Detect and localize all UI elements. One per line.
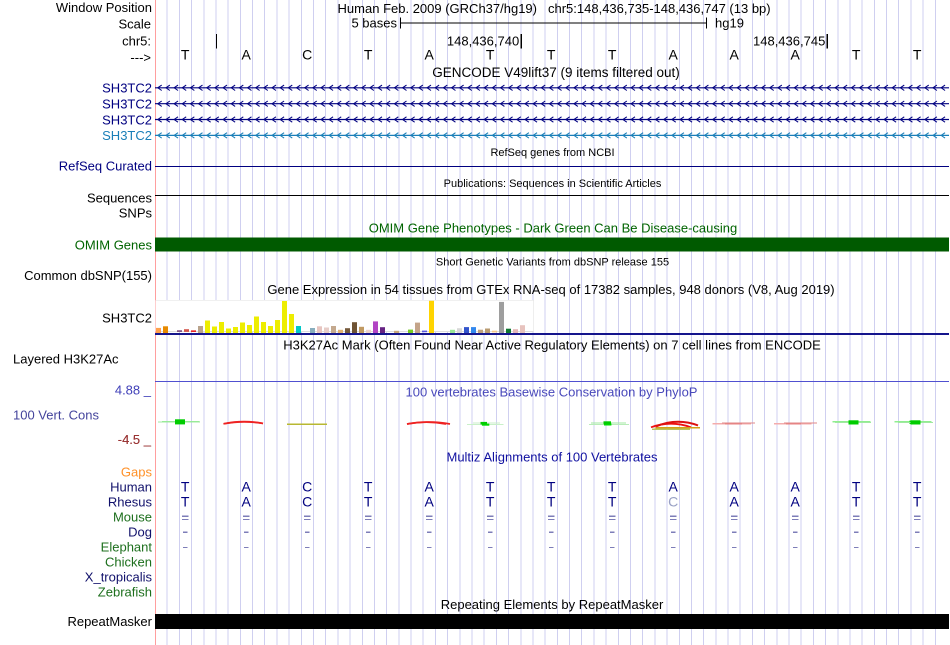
svg-text:T: T xyxy=(852,478,861,494)
svg-text:Gene Expression in 54 tissues: Gene Expression in 54 tissues from GTEx … xyxy=(267,282,834,297)
svg-text:C: C xyxy=(668,493,678,509)
svg-text:Sequences: Sequences xyxy=(87,191,153,206)
svg-text:-4.5 _: -4.5 _ xyxy=(118,432,152,447)
svg-text:hg19: hg19 xyxy=(715,16,744,31)
svg-text:T: T xyxy=(486,493,495,509)
svg-text:A: A xyxy=(669,478,679,494)
svg-text:T: T xyxy=(547,47,556,63)
svg-text:X_tropicalis: X_tropicalis xyxy=(85,569,153,584)
svg-text:T: T xyxy=(547,478,556,494)
svg-text:T: T xyxy=(364,478,373,494)
svg-text:Mouse: Mouse xyxy=(113,509,152,524)
svg-text:148,436,745: 148,436,745 xyxy=(753,34,825,49)
svg-text:Human Feb. 2009 (GRCh37/hg19): Human Feb. 2009 (GRCh37/hg19) xyxy=(338,1,537,16)
svg-text:SNPs: SNPs xyxy=(119,206,153,221)
svg-text:T: T xyxy=(364,493,373,509)
svg-text:SH3TC2: SH3TC2 xyxy=(102,112,152,127)
svg-text:T: T xyxy=(486,47,495,63)
svg-text:Short Genetic Variants from db: Short Genetic Variants from dbSNP releas… xyxy=(436,257,669,269)
svg-text:A: A xyxy=(730,493,740,509)
svg-text:4.88 _: 4.88 _ xyxy=(115,383,152,398)
svg-text:GENCODE V49lift37 (9 items fil: GENCODE V49lift37 (9 items filtered out) xyxy=(432,65,680,80)
svg-text:T: T xyxy=(486,478,495,494)
svg-text:SH3TC2: SH3TC2 xyxy=(102,311,152,326)
svg-text:T: T xyxy=(608,493,617,509)
svg-text:Scale: Scale xyxy=(118,17,151,32)
svg-text:--->: ---> xyxy=(130,50,151,65)
svg-text:T: T xyxy=(913,493,922,509)
svg-text:T: T xyxy=(181,478,190,494)
svg-text:5 bases: 5 bases xyxy=(351,16,397,31)
svg-text:Dog: Dog xyxy=(128,524,152,539)
svg-text:RepeatMasker: RepeatMasker xyxy=(67,614,152,629)
svg-text:RefSeq Curated: RefSeq Curated xyxy=(59,159,152,174)
svg-text:Human: Human xyxy=(110,479,152,494)
svg-text:T: T xyxy=(852,493,861,509)
svg-text:T: T xyxy=(547,493,556,509)
svg-text:SH3TC2: SH3TC2 xyxy=(102,81,152,96)
svg-text:T: T xyxy=(913,478,922,494)
svg-text:A: A xyxy=(242,47,252,63)
svg-text:Zebrafish: Zebrafish xyxy=(98,584,152,599)
svg-text:A: A xyxy=(730,478,740,494)
svg-text:RefSeq genes from NCBI: RefSeq genes from NCBI xyxy=(490,147,614,159)
svg-text:chr5:: chr5: xyxy=(122,34,151,49)
svg-text:A: A xyxy=(425,493,435,509)
svg-text:H3K27Ac Mark (Often Found Near: H3K27Ac Mark (Often Found Near Active Re… xyxy=(283,338,821,353)
svg-text:T: T xyxy=(608,47,617,63)
svg-text:T: T xyxy=(364,47,373,63)
svg-text:A: A xyxy=(791,493,801,509)
svg-text:Elephant: Elephant xyxy=(101,539,153,554)
svg-text:SH3TC2: SH3TC2 xyxy=(102,97,152,112)
svg-text:C: C xyxy=(302,493,312,509)
svg-text:Window Position: Window Position xyxy=(56,0,152,15)
svg-text:A: A xyxy=(242,478,252,494)
svg-text:Repeating Elements by RepeatMa: Repeating Elements by RepeatMasker xyxy=(441,597,664,612)
svg-text:148,436,740: 148,436,740 xyxy=(447,34,519,49)
svg-text:A: A xyxy=(242,493,252,509)
svg-text:Rhesus: Rhesus xyxy=(108,494,153,509)
svg-text:A: A xyxy=(425,478,435,494)
svg-text:Chicken: Chicken xyxy=(105,554,152,569)
svg-text:SH3TC2: SH3TC2 xyxy=(102,128,152,143)
svg-text:Publications: Sequences in Sci: Publications: Sequences in Scientific Ar… xyxy=(444,178,662,190)
svg-text:chr5:148,436,735-148,436,747 (: chr5:148,436,735-148,436,747 (13 bp) xyxy=(548,1,771,16)
svg-text:100 Vert. Cons: 100 Vert. Cons xyxy=(13,408,99,423)
svg-text:C: C xyxy=(302,478,312,494)
svg-text:A: A xyxy=(669,47,679,63)
svg-text:C: C xyxy=(302,47,312,63)
svg-text:T: T xyxy=(181,47,190,63)
svg-text:A: A xyxy=(791,47,801,63)
svg-text:T: T xyxy=(608,478,617,494)
svg-text:Multiz Alignments of 100 Verte: Multiz Alignments of 100 Vertebrates xyxy=(446,449,658,464)
svg-text:T: T xyxy=(852,47,861,63)
svg-text:Layered H3K27Ac: Layered H3K27Ac xyxy=(13,352,119,367)
svg-text:OMIM Gene Phenotypes - Dark Gr: OMIM Gene Phenotypes - Dark Green Can Be… xyxy=(369,221,738,236)
svg-text:A: A xyxy=(791,478,801,494)
svg-text:Gaps: Gaps xyxy=(121,464,153,479)
svg-text:T: T xyxy=(913,47,922,63)
svg-text:A: A xyxy=(425,47,435,63)
svg-text:T: T xyxy=(181,493,190,509)
svg-text:100 vertebrates Basewise Conse: 100 vertebrates Basewise Conservation by… xyxy=(406,384,698,399)
svg-text:OMIM Genes: OMIM Genes xyxy=(75,238,153,253)
svg-text:Common dbSNP(155): Common dbSNP(155) xyxy=(24,268,152,283)
svg-text:A: A xyxy=(730,47,740,63)
